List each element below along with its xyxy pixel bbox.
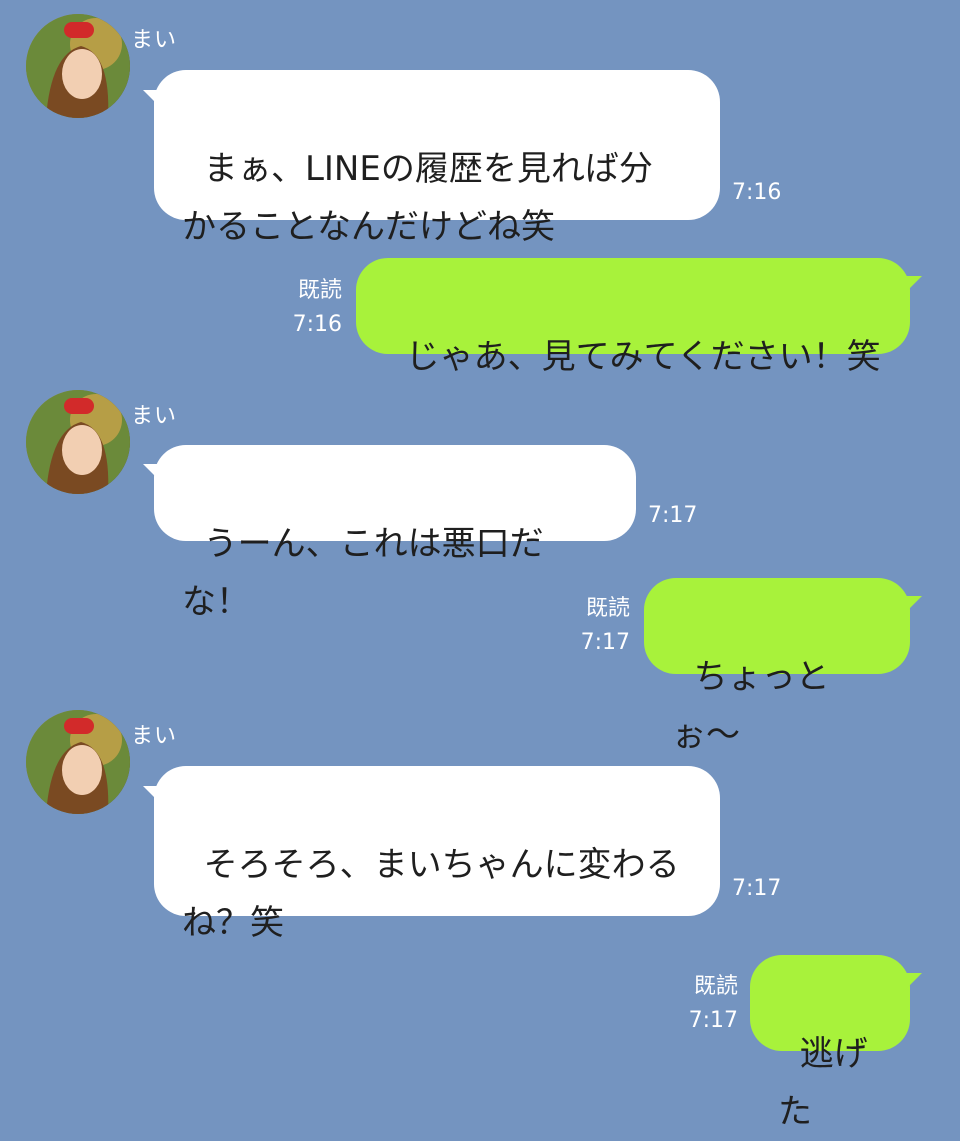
sender-name: まい — [131, 404, 178, 429]
message-bubble[interactable]: そろそろ、まいちゃんに変わる ね？笑 — [154, 766, 720, 943]
message-time: 7:16 — [292, 312, 342, 337]
read-label: 既読 — [297, 278, 342, 303]
message-bubble[interactable]: 逃げた — [750, 955, 910, 1132]
avatar[interactable] — [26, 710, 130, 814]
message-time: 7:17 — [732, 876, 782, 901]
bubble-tail — [900, 973, 922, 995]
message-time: 7:16 — [732, 180, 782, 205]
message-time: 7:17 — [648, 503, 698, 528]
bubble-tail — [900, 596, 922, 618]
avatar[interactable] — [26, 14, 130, 118]
message-bubble[interactable]: うーん、これは悪口だな！ — [154, 445, 636, 622]
message-bubble[interactable]: じゃあ、見てみてください！笑 — [356, 258, 910, 377]
sender-name: まい — [131, 28, 178, 53]
message-text: じゃあ、見てみてください！笑 — [405, 337, 881, 377]
bubble-tail — [900, 276, 922, 298]
message-text: ちょっとぉ〜 — [672, 657, 830, 755]
message-text: そろそろ、まいちゃんに変わる ね？笑 — [182, 845, 680, 943]
message-bubble[interactable]: ちょっとぉ〜 — [644, 578, 910, 755]
read-receipt: 既読 7:16 — [293, 274, 342, 342]
message-text: うーん、これは悪口だな！ — [182, 524, 544, 622]
message-text: 逃げた — [778, 1034, 868, 1132]
read-receipt: 既読 7:17 — [689, 970, 738, 1038]
message-bubble[interactable]: まぁ、LINEの履歴を見れば分 かることなんだけどね笑 — [154, 70, 720, 247]
read-receipt: 既読 7:17 — [581, 592, 630, 660]
message-time: 7:17 — [688, 1008, 738, 1033]
avatar[interactable] — [26, 390, 130, 494]
read-label: 既読 — [585, 596, 630, 621]
read-label: 既読 — [693, 974, 738, 999]
message-time: 7:17 — [580, 630, 630, 655]
sender-name: まい — [131, 724, 178, 749]
message-text: まぁ、LINEの履歴を見れば分 かることなんだけどね笑 — [182, 149, 653, 247]
